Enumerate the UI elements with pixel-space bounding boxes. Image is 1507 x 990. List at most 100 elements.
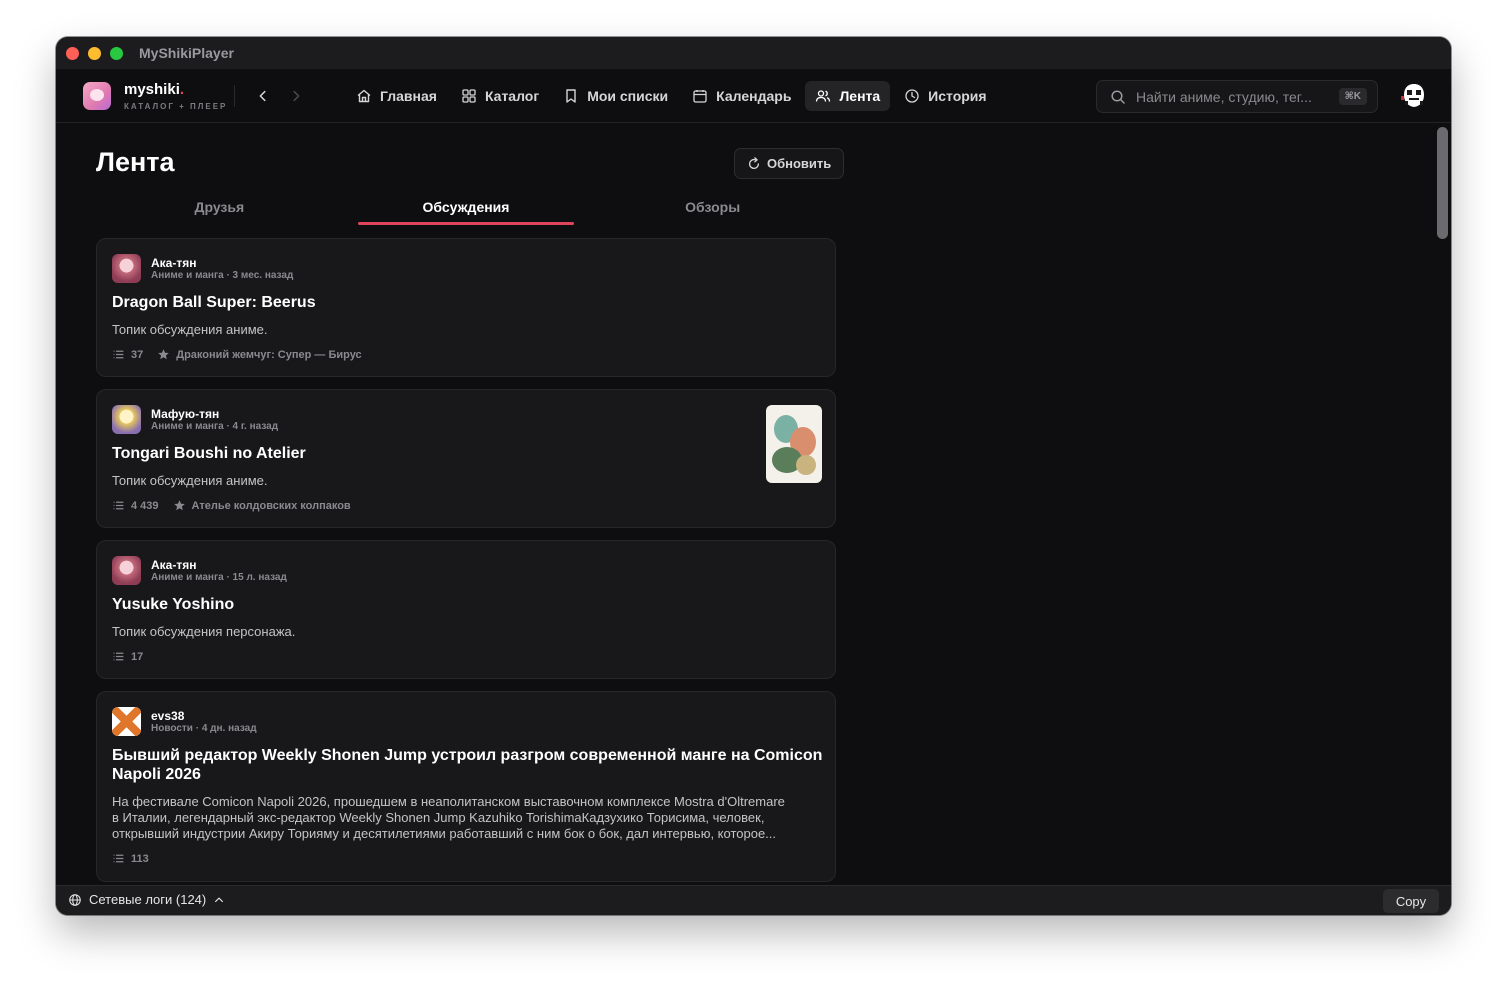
bookmark-icon	[566, 89, 576, 103]
nav-item-label: Календарь	[716, 88, 792, 104]
post-stats: 17	[112, 650, 143, 663]
feed-card[interactable]: Ака-тян Аниме и манга · 3 мес. назад Dra…	[96, 238, 836, 377]
post-meta: Аниме и манга · 4 г. назад	[151, 421, 279, 432]
author-avatar[interactable]	[112, 707, 141, 736]
post-title[interactable]: Dragon Ball Super: Beerus	[112, 293, 316, 312]
page-title: Лента	[96, 147, 175, 177]
post-meta: Аниме и манга · 15 л. назад	[151, 572, 287, 583]
minimize-window-button[interactable]	[88, 46, 101, 60]
chevron-right-icon	[293, 90, 300, 102]
chevron-left-icon	[259, 90, 266, 102]
nav-item-label: Главная	[380, 88, 437, 104]
linked-title[interactable]: Драконий жемчуг: Супер — Бирус	[176, 349, 361, 361]
post-title-line[interactable]: Napoli 2026	[112, 765, 201, 784]
grid-icon	[462, 89, 476, 103]
header-divider	[234, 85, 235, 107]
author-name[interactable]: Ака-тян	[151, 256, 196, 270]
app-logo[interactable]	[83, 82, 111, 110]
search-icon	[1111, 89, 1125, 104]
main-nav: Главная Каталог Мои списки Календарь Лен…	[346, 81, 997, 111]
star-icon	[173, 500, 185, 511]
network-logs-bar: Сетевые логи (124) Copy	[56, 885, 1451, 915]
nav-item-home[interactable]: Главная	[346, 81, 447, 111]
author-name[interactable]: Ака-тян	[151, 558, 196, 572]
user-avatar[interactable]	[1399, 81, 1429, 111]
comments-count: 4 439	[131, 499, 159, 512]
author-avatar[interactable]	[112, 405, 141, 434]
post-description: Топик обсуждения аниме.	[112, 322, 268, 337]
author-avatar[interactable]	[112, 254, 141, 283]
calendar-icon	[693, 90, 707, 103]
nav-item-label: Мои списки	[587, 88, 669, 104]
post-stats: 113	[112, 852, 149, 865]
nav-item-label: Каталог	[484, 88, 540, 104]
author-name[interactable]: evs38	[151, 709, 184, 723]
brand-name-text: myshiki	[124, 81, 180, 98]
network-logs-toggle[interactable]: Сетевые логи (124)	[68, 892, 225, 907]
window-title: MyShikiPlayer	[139, 45, 234, 61]
search-shortcut-badge: ⌘K	[1338, 88, 1367, 105]
post-title[interactable]: Tongari Boushi no Atelier	[112, 444, 306, 463]
tab-reviews[interactable]: Обзоры	[589, 194, 836, 224]
feed-card[interactable]: evs38 Новости · 4 дн. назад Бывший редак…	[96, 691, 836, 882]
refresh-button[interactable]: Обновить	[734, 148, 845, 179]
nav-item-label: Лента	[839, 88, 881, 104]
post-description-line: в Италии, легендарный экс-редактор Weekl…	[112, 810, 765, 825]
feed-tabs: Друзья Обсуждения Обзоры	[96, 194, 836, 225]
network-logs-label: Сетевые логи (124)	[89, 892, 207, 907]
nav-item-feed[interactable]: Лента	[805, 81, 891, 111]
author-name[interactable]: Мафую-тян	[151, 407, 219, 421]
clock-icon	[905, 89, 919, 103]
post-stats: 4 439 Ателье колдовских колпаков	[112, 499, 351, 512]
comments-list-icon	[113, 652, 124, 661]
post-description-line: открывший индустрии Акиру Торияму и деся…	[112, 826, 777, 841]
post-meta: Аниме и манга · 3 мес. назад	[151, 270, 294, 281]
post-title[interactable]: Yusuke Yoshino	[112, 595, 234, 614]
back-button[interactable]	[251, 83, 275, 109]
brand-dot: .	[179, 81, 185, 98]
anime-poster-thumbnail[interactable]	[766, 405, 822, 483]
title-bar: MyShikiPlayer	[56, 37, 1451, 69]
brand-tagline: КАТАЛОГ + ПЛЕЕР	[124, 102, 228, 111]
author-avatar[interactable]	[112, 556, 141, 585]
nav-item-my-lists[interactable]: Мои списки	[553, 81, 678, 111]
users-icon	[816, 90, 831, 102]
post-description: Топик обсуждения аниме.	[112, 473, 268, 488]
feed-list: Ака-тян Аниме и манга · 3 мес. назад Dra…	[96, 238, 836, 883]
comments-count: 113	[131, 852, 149, 865]
post-title-line[interactable]: Бывший редактор Weekly Shonen Jump устро…	[112, 746, 822, 765]
close-window-button[interactable]	[66, 46, 79, 60]
tab-friends[interactable]: Друзья	[96, 194, 343, 224]
comments-list-icon	[113, 350, 124, 359]
nav-item-label: История	[928, 88, 987, 104]
post-meta: Новости · 4 дн. назад	[151, 723, 257, 734]
comments-count: 37	[131, 348, 144, 361]
app-window: MyShikiPlayer myshiki. КАТАЛОГ + ПЛЕЕР Г…	[56, 37, 1451, 915]
comments-count: 17	[131, 650, 144, 663]
search-input[interactable]: Найти аниме, студию, тег...	[1136, 89, 1339, 105]
refresh-icon	[748, 156, 760, 169]
search-field[interactable]: Найти аниме, студию, тег... ⌘K	[1096, 80, 1378, 113]
linked-title[interactable]: Ателье колдовских колпаков	[192, 500, 351, 512]
star-icon	[158, 349, 170, 360]
post-stats: 37 Драконий жемчуг: Супер — Бирус	[112, 348, 362, 361]
comments-list-icon	[113, 501, 124, 510]
nav-item-calendar[interactable]: Календарь	[682, 81, 801, 111]
home-icon	[357, 89, 371, 103]
feed-card[interactable]: Ака-тян Аниме и манга · 15 л. назад Yusu…	[96, 540, 836, 679]
chevron-up-icon	[215, 897, 224, 902]
copy-button[interactable]: Copy	[1383, 889, 1439, 913]
brand-name: myshiki.	[124, 81, 184, 98]
forward-button[interactable]	[284, 83, 308, 109]
window-controls	[66, 46, 123, 60]
feed-card[interactable]: Мафую-тян Аниме и манга · 4 г. назад Ton…	[96, 389, 836, 528]
globe-icon	[69, 893, 81, 906]
tab-discussions[interactable]: Обсуждения	[343, 194, 590, 225]
zoom-window-button[interactable]	[110, 46, 123, 60]
nav-item-history[interactable]: История	[894, 81, 996, 111]
post-description-line: На фестивале Comicon Napoli 2026, прошед…	[112, 794, 785, 809]
post-description: Топик обсуждения персонажа.	[112, 624, 296, 639]
comments-list-icon	[113, 854, 124, 863]
nav-item-catalog[interactable]: Каталог	[451, 81, 549, 111]
scrollbar-thumb[interactable]	[1437, 127, 1448, 239]
